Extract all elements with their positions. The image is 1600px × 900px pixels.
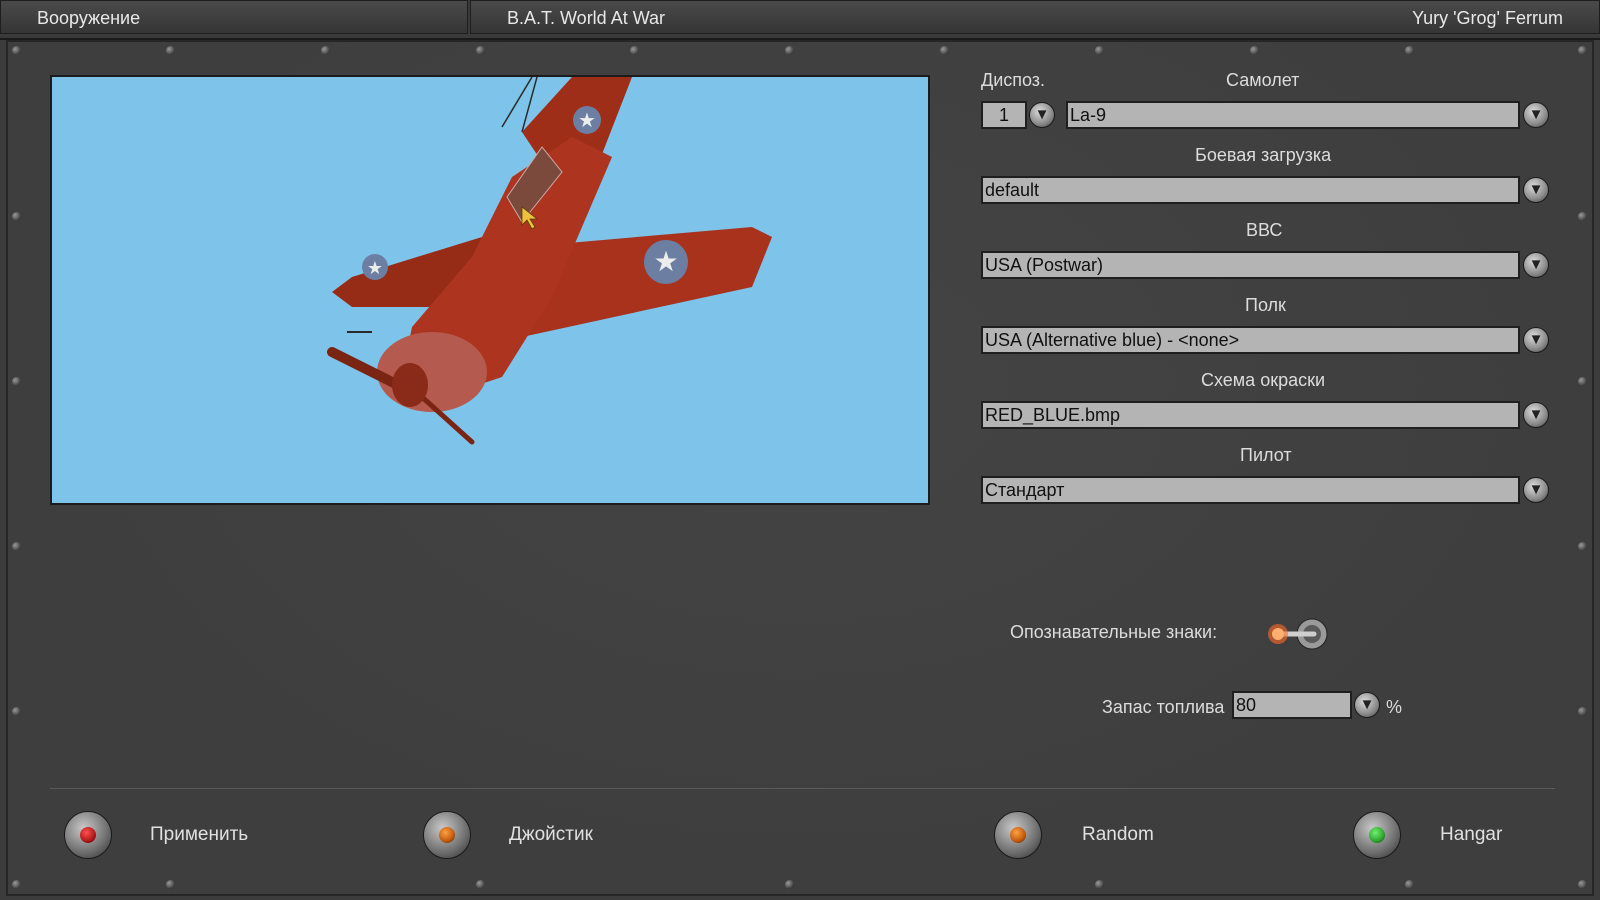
svg-text:★: ★ [367, 258, 383, 279]
rivet [1578, 212, 1587, 221]
regiment-field[interactable]: USA (Alternative blue) - <none> [981, 326, 1520, 354]
chevron-down-icon: ▼ [1528, 406, 1544, 423]
game-title-bar: B.A.T. World At War Yury 'Grog' Ferrum [470, 0, 1600, 34]
pilot-field[interactable]: Стандарт [981, 476, 1520, 504]
rivet [1578, 880, 1587, 889]
fuel-unit: % [1386, 697, 1403, 717]
plane-field[interactable]: La-9 [1066, 101, 1520, 129]
rivet [785, 46, 794, 55]
hangar-button[interactable] [1353, 811, 1401, 859]
propeller-spinner [392, 363, 428, 407]
orange-lamp-icon [1010, 827, 1026, 843]
slot-dropdown-button[interactable]: ▼ [1029, 102, 1055, 128]
pilot-label: Пилот [1240, 445, 1292, 465]
slot-label: Диспоз. [981, 70, 1046, 90]
rivet [1250, 46, 1259, 55]
rivet [12, 880, 21, 889]
green-lamp-icon [1369, 827, 1385, 843]
rivet [1578, 542, 1587, 551]
rivet [1578, 377, 1587, 386]
aircraft-illustration: ★ ★ ★ [327, 77, 772, 445]
random-label[interactable]: Random [1082, 824, 1154, 846]
slot-field[interactable]: 1 [981, 101, 1027, 129]
engine-cowling [377, 332, 487, 412]
game-title: B.A.T. World At War [507, 8, 666, 28]
joystick-label[interactable]: Джойстик [509, 824, 593, 846]
rivet [1095, 46, 1104, 55]
rivet [785, 880, 794, 889]
rivet [12, 46, 21, 55]
title-bar: Вооружение B.A.T. World At War Yury 'Gro… [0, 0, 1600, 40]
hangar-label[interactable]: Hangar [1440, 824, 1502, 846]
regiment-label: Полк [1245, 295, 1286, 315]
chevron-down-icon: ▼ [1528, 331, 1544, 348]
loadout-label: Боевая загрузка [1195, 145, 1332, 165]
rivet [476, 46, 485, 55]
svg-text:★: ★ [653, 245, 678, 278]
loadout-field[interactable]: default [981, 176, 1520, 204]
user-name: Yury 'Grog' Ferrum [1412, 8, 1563, 28]
chevron-down-icon: ▼ [1528, 181, 1544, 198]
rivet [940, 46, 949, 55]
fuel-field[interactable]: 80 [1232, 691, 1352, 719]
rivet [321, 46, 330, 55]
airforce-dropdown-button[interactable]: ▼ [1523, 252, 1549, 278]
rivet [476, 880, 485, 889]
rivet [630, 46, 639, 55]
rivet [12, 542, 21, 551]
rivet [12, 377, 21, 386]
loadout-dropdown-button[interactable]: ▼ [1523, 177, 1549, 203]
chevron-down-icon: ▼ [1528, 481, 1544, 498]
airforce-label: ВВС [1246, 220, 1283, 240]
joystick-button[interactable] [423, 811, 471, 859]
plane-label: Самолет [1226, 70, 1300, 90]
skin-field[interactable]: RED_BLUE.bmp [981, 401, 1520, 429]
rivet [1405, 880, 1414, 889]
chevron-down-icon: ▼ [1528, 106, 1544, 123]
divider [50, 788, 1555, 789]
pilot-dropdown-button[interactable]: ▼ [1523, 477, 1549, 503]
skin-label: Схема окраски [1201, 370, 1326, 390]
apply-button[interactable] [64, 811, 112, 859]
markings-label: Опознавательные знаки: [1010, 622, 1218, 642]
rivet [1405, 46, 1414, 55]
markings-toggle[interactable] [1262, 617, 1332, 651]
svg-text:★: ★ [578, 108, 596, 132]
chevron-down-icon: ▼ [1359, 696, 1375, 713]
apply-label[interactable]: Применить [150, 824, 248, 846]
rivet [12, 707, 21, 716]
fuel-dropdown-button[interactable]: ▼ [1354, 692, 1380, 718]
rivet [1578, 46, 1587, 55]
red-lamp-icon [80, 827, 96, 843]
rivet [166, 880, 175, 889]
rivet [1578, 707, 1587, 716]
airforce-field[interactable]: USA (Postwar) [981, 251, 1520, 279]
section-title: Вооружение [0, 0, 468, 34]
chevron-down-icon: ▼ [1034, 106, 1050, 123]
plane-dropdown-button[interactable]: ▼ [1523, 102, 1549, 128]
regiment-dropdown-button[interactable]: ▼ [1523, 327, 1549, 353]
rivet [1095, 880, 1104, 889]
toggle-switch-icon [1268, 618, 1328, 650]
random-button[interactable] [994, 811, 1042, 859]
chevron-down-icon: ▼ [1528, 256, 1544, 273]
aircraft-preview[interactable]: ★ ★ ★ [50, 75, 930, 505]
fuel-label: Запас топлива [1102, 697, 1225, 717]
orange-lamp-icon [439, 827, 455, 843]
skin-dropdown-button[interactable]: ▼ [1523, 402, 1549, 428]
rivet [12, 212, 21, 221]
rivet [166, 46, 175, 55]
